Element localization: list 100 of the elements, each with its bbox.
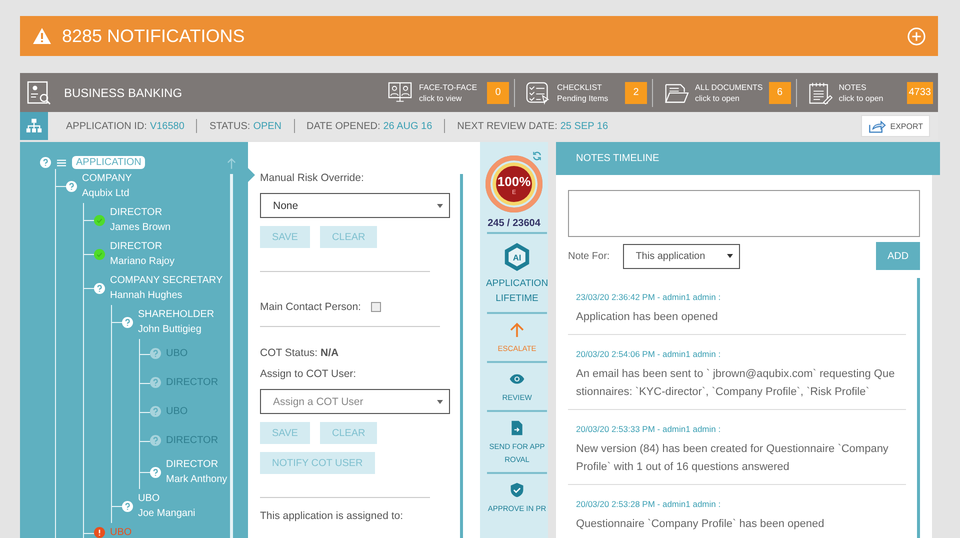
menu-icon[interactable] (57, 158, 66, 166)
tile-subtitle: click to view (419, 92, 463, 104)
profile-search-icon (26, 80, 52, 106)
ai-hexagon-icon: AI (503, 242, 531, 272)
scrollbar[interactable] (460, 174, 463, 538)
info-label: DATE OPENED: (306, 120, 380, 132)
tree-node-role[interactable]: UBO (110, 525, 132, 538)
field-label: Note For: (568, 250, 610, 262)
warning-icon (32, 27, 52, 45)
refresh-icon[interactable] (532, 151, 542, 161)
header-tile[interactable]: ALL DOCUMENTS click to open 6 (652, 78, 796, 106)
note-meta: 23/03/20 2:36:42 PM - admin1 admin : (576, 292, 722, 302)
save-button[interactable]: SAVE (260, 226, 310, 248)
action-button[interactable]: AI APPLICATION LIFETIME (487, 232, 547, 312)
tree-node-role[interactable]: COMPANY SECRETARY (110, 273, 223, 288)
notepad-icon (806, 80, 833, 104)
tile-title: NOTES (838, 82, 868, 92)
note-text: Questionnaire `Company Profile` has been opened (576, 517, 826, 532)
scrollbar[interactable] (230, 174, 233, 538)
header-tile[interactable]: FACE-TO-FACE click to view 0 (377, 78, 514, 106)
hierarchy-button[interactable] (20, 112, 48, 140)
hierarchy-icon (26, 118, 42, 134)
note-text: An email has been sent to ` jbrown@aqubix.com` requesting Questionnaires: `KYC-director`, `Company Profile`, `Risk Profile` (576, 367, 896, 400)
header-tile[interactable]: NOTES click to open 4733 (796, 78, 938, 106)
question-status-icon (122, 500, 133, 512)
note-meta: 20/03/20 2:53:33 PM - admin1 admin : (576, 424, 722, 434)
tree-node-name[interactable]: Mark Anthony (166, 472, 228, 487)
question-status-icon (150, 406, 161, 417)
count-badge: 6 (768, 82, 791, 104)
question-status-icon (94, 282, 105, 294)
tree-node-role[interactable]: UBO (138, 491, 196, 506)
note-input-field[interactable] (568, 190, 920, 237)
tree-node-name[interactable]: James Brown (110, 220, 171, 235)
info-label: NEXT REVIEW DATE: (457, 120, 558, 132)
cot-status-text: COT Status: N/A (260, 347, 340, 359)
notes-title: NOTES TIMELINE (576, 153, 660, 164)
up-arrow-icon[interactable] (227, 158, 236, 169)
check-status-icon (94, 214, 105, 226)
save-button[interactable]: SAVE (260, 422, 310, 444)
tree-node-role[interactable]: COMPANY (82, 171, 132, 186)
note-for-select[interactable]: This application (622, 244, 740, 268)
caret-icon (437, 400, 443, 404)
score-percent: 100% (497, 174, 531, 189)
tree-node-role[interactable]: DIRECTOR (110, 239, 174, 254)
add-icon[interactable] (907, 26, 926, 46)
info-value: V16580 (150, 120, 184, 132)
count-badge: 0 (487, 82, 510, 104)
tile-title: FACE-TO-FACE (419, 82, 478, 92)
tree-node-role[interactable]: SHAREHOLDER (138, 307, 214, 322)
caret-icon (437, 204, 443, 208)
notify-button[interactable]: NOTIFY COT USER (260, 452, 375, 474)
info-value: OPEN (253, 120, 282, 132)
eye-icon (509, 371, 525, 387)
info-value: 25 SEP 16 (560, 120, 608, 132)
tile-title: ALL DOCUMENTS (695, 82, 763, 92)
tree-root-label[interactable]: APPLICATION (72, 156, 146, 169)
caret-icon (726, 254, 733, 258)
note-text: New version (84) has been created for Questionnaire `Company Profile` with 1 out of 16 questions answered (576, 442, 890, 475)
tree-node-name[interactable]: Aqubix Ltd (82, 186, 132, 201)
count-badge: 4733 (906, 82, 933, 104)
tree-node-name[interactable]: Joe Mangani (138, 506, 196, 521)
shield-check-icon (509, 482, 525, 498)
document-arrow-icon (509, 420, 525, 436)
tile-title: CHECKLIST (557, 82, 603, 92)
tree-node-role[interactable]: DIRECTOR (110, 205, 171, 220)
score-count: 245 / 23604 (488, 218, 540, 229)
count-badge: 2 (625, 82, 648, 104)
tree-node-name[interactable]: John Buttigieg (138, 322, 214, 337)
check-status-icon (94, 248, 105, 260)
header-tile[interactable]: CHECKLIST Pending Items 2 (514, 78, 652, 106)
tree-node-name[interactable]: Hannah Hughes (110, 288, 223, 303)
tile-subtitle: click to open (838, 92, 884, 104)
field-label: Main Contact Person: (260, 301, 361, 313)
field-label: Assign to COT User: (260, 368, 358, 380)
clear-button[interactable]: CLEAR (320, 422, 378, 444)
notifications-banner[interactable]: 8285 NOTIFICATIONS (20, 16, 938, 56)
tree-node-role[interactable]: DIRECTOR (166, 457, 228, 472)
tree-node-name[interactable]: Mariano Rajoy (110, 254, 174, 269)
export-icon (868, 120, 886, 132)
question-status-icon (150, 348, 161, 359)
question-status-icon (150, 435, 161, 446)
export-button[interactable]: EXPORT (861, 115, 930, 137)
clear-button[interactable]: CLEAR (320, 226, 378, 248)
alert-status-icon (94, 527, 105, 538)
checkbox[interactable] (370, 302, 381, 312)
info-value: 26 AUG 16 (383, 120, 432, 132)
question-status-icon (40, 157, 51, 168)
note-meta: 20/03/20 2:54:06 PM - admin1 admin : (576, 349, 722, 359)
checklist-icon (525, 80, 552, 104)
info-label: APPLICATION ID: (66, 120, 147, 132)
banner-title: 8285 NOTIFICATIONS (62, 26, 246, 46)
cot-user-select[interactable]: Assign a COT User (260, 389, 450, 414)
note-meta: 20/03/20 2:53:28 PM - admin1 admin : (576, 499, 722, 509)
question-status-icon (150, 377, 161, 388)
risk-select[interactable]: None (260, 193, 450, 218)
note-text: Application has been opened (576, 310, 719, 325)
info-label: STATUS: (209, 120, 250, 132)
tile-subtitle: click to open (695, 92, 740, 104)
question-status-icon (66, 180, 77, 192)
add-button[interactable]: ADD (876, 242, 920, 270)
